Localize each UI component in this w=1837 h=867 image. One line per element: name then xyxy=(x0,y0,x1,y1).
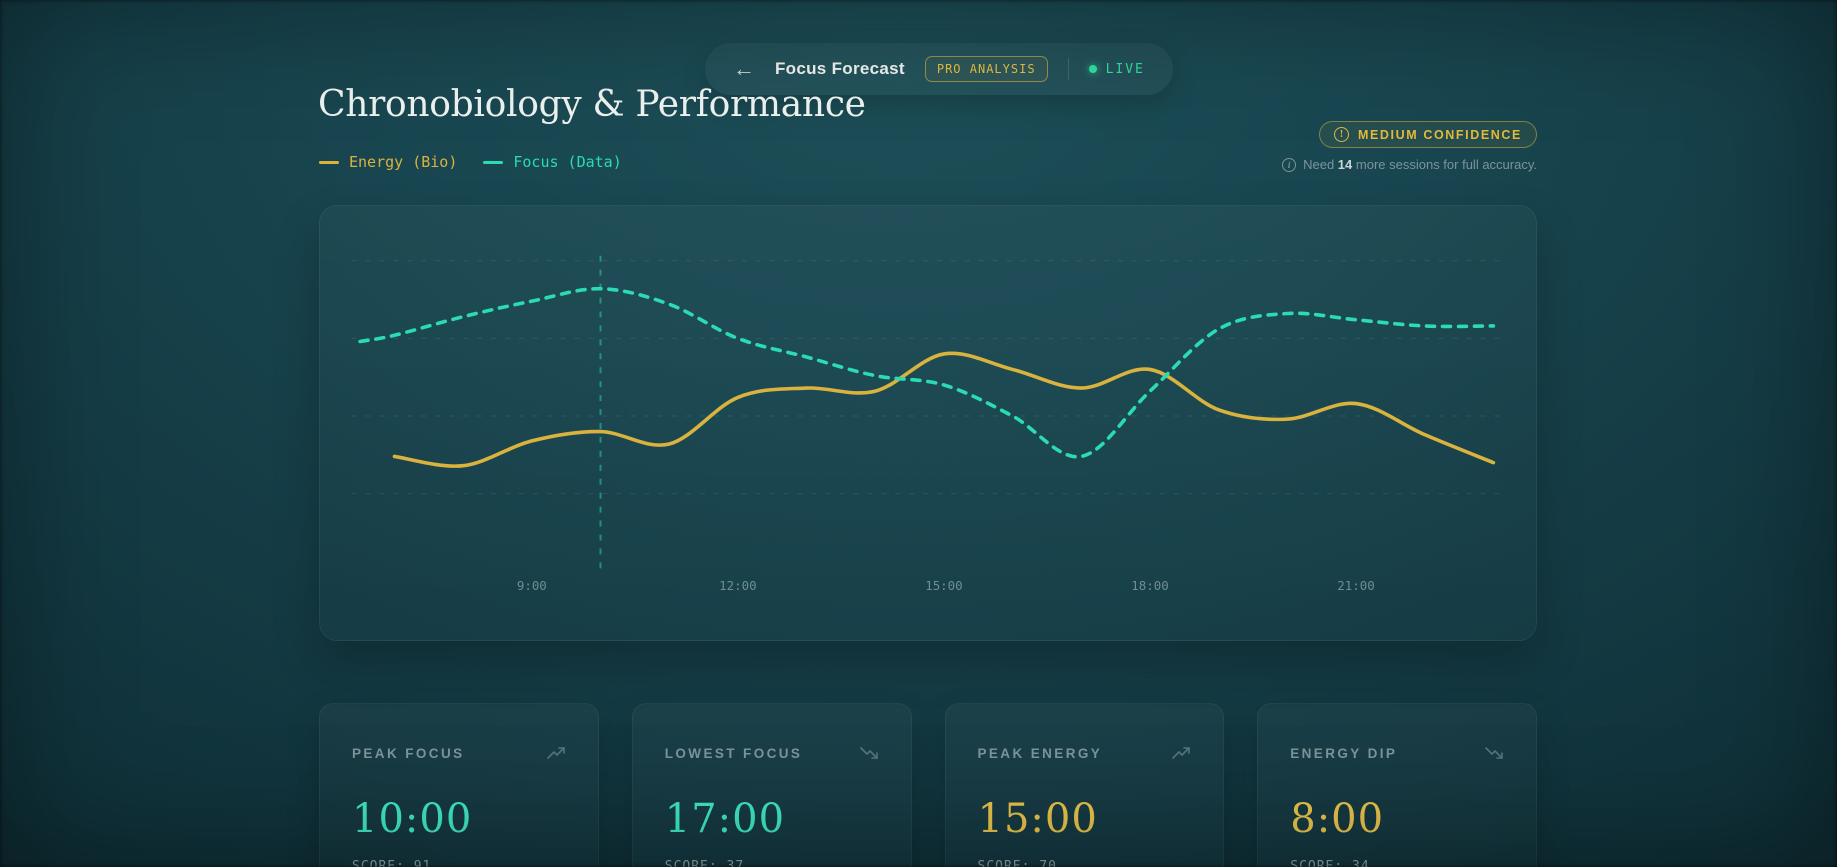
series-line-focus xyxy=(358,286,1496,459)
stat-card-score: SCORE: 70 xyxy=(977,859,1057,867)
arrow-left-icon: ← xyxy=(733,56,755,81)
stat-card-score: SCORE: 91 xyxy=(352,859,432,867)
info-circle-icon: i xyxy=(1282,157,1297,172)
stat-card-label: LOWEST FOCUS xyxy=(664,745,803,761)
window-title: Focus Forecast xyxy=(775,59,905,78)
stat-card-time: 8:00 xyxy=(1290,796,1385,842)
legend-item-focus-data-: Focus (Data) xyxy=(483,153,622,171)
alert-circle-icon: ! xyxy=(1333,127,1349,142)
x-axis-tick: 12:00 xyxy=(719,578,756,593)
legend-item-energy-bio-: Energy (Bio) xyxy=(319,153,457,171)
legend-swatch-icon xyxy=(483,160,504,164)
forecast-chart-panel: 9:00 12:00 15:00 18:00 21:00 xyxy=(319,205,1537,641)
stat-card-time: 17:00 xyxy=(664,796,786,842)
pro-analysis-badge: PRO ANALYSIS xyxy=(924,56,1048,82)
trend-down-icon xyxy=(859,747,878,759)
series-line-energy xyxy=(392,351,1496,468)
stat-card-peak-focus: PEAK FOCUS 10:00 SCORE: 91 xyxy=(319,703,599,867)
page-title: Chronobiology & Performance xyxy=(318,84,866,125)
stat-card-label: PEAK ENERGY xyxy=(977,745,1103,761)
stat-card-lowest-focus: LOWEST FOCUS 17:00 SCORE: 37 xyxy=(631,703,912,867)
confidence-badge: ! MEDIUM CONFIDENCE xyxy=(1318,121,1537,148)
x-axis-tick: 18:00 xyxy=(1131,578,1168,593)
topbar-divider xyxy=(1067,58,1069,80)
live-label: LIVE xyxy=(1105,61,1145,77)
confidence-block: ! MEDIUM CONFIDENCE i Need 14 more sessi… xyxy=(1282,121,1537,172)
trend-down-icon xyxy=(1485,747,1503,759)
legend-swatch-icon xyxy=(319,160,339,164)
x-axis-tick: 15:00 xyxy=(925,578,962,593)
x-axis-tick: 9:00 xyxy=(517,578,547,593)
live-dot-icon xyxy=(1088,65,1097,73)
confidence-note-text: Need 14 more sessions for full accuracy. xyxy=(1303,157,1537,172)
stat-card-label: ENERGY DIP xyxy=(1290,745,1398,761)
trend-up-icon xyxy=(1172,747,1191,759)
stat-card-time: 10:00 xyxy=(352,796,473,842)
x-axis-tick: 21:00 xyxy=(1337,578,1374,593)
live-indicator: LIVE xyxy=(1088,61,1145,77)
legend-label: Focus (Data) xyxy=(513,153,622,171)
back-button[interactable]: ← xyxy=(733,58,755,80)
trend-up-icon xyxy=(546,747,565,759)
confidence-note: i Need 14 more sessions for full accurac… xyxy=(1282,157,1537,172)
forecast-line-chart: 9:00 12:00 15:00 18:00 21:00 xyxy=(351,255,1503,593)
legend-label: Energy (Bio) xyxy=(349,153,458,171)
chart-legend: Energy (Bio) Focus (Data) xyxy=(319,153,622,171)
stat-card-energy-dip: ENERGY DIP 8:00 SCORE: 34 xyxy=(1257,703,1537,867)
stat-card-score: SCORE: 37 xyxy=(664,859,745,867)
confidence-badge-label: MEDIUM CONFIDENCE xyxy=(1357,127,1522,142)
stat-card-score: SCORE: 34 xyxy=(1290,859,1370,867)
stat-cards-row: PEAK FOCUS 10:00 SCORE: 91 LOWEST FOCUS … xyxy=(319,703,1537,867)
stat-card-peak-energy: PEAK ENERGY 15:00 SCORE: 70 xyxy=(944,703,1225,867)
stat-card-label: PEAK FOCUS xyxy=(352,745,465,761)
stat-card-time: 15:00 xyxy=(977,796,1098,842)
